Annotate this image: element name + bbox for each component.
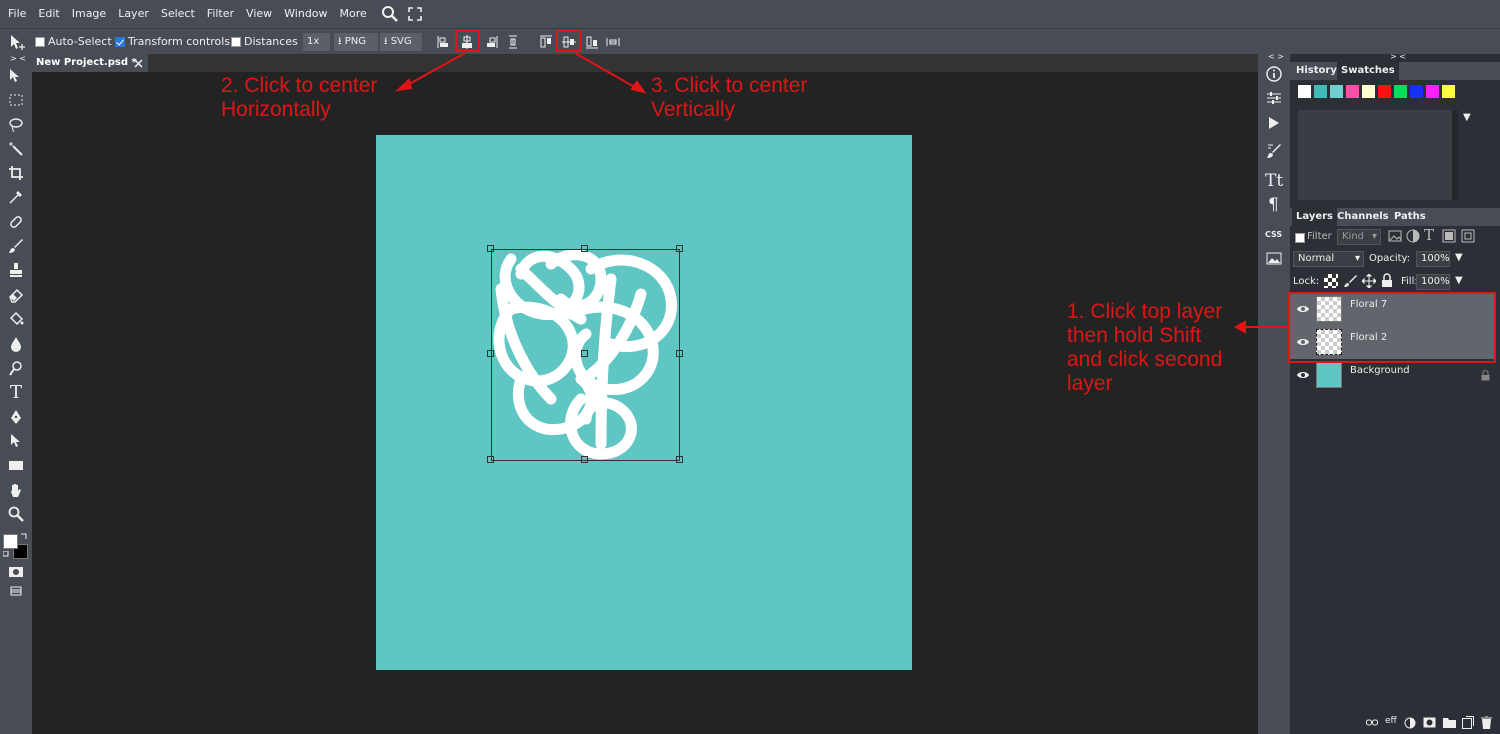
step2-line2: Horizontally — [221, 98, 331, 121]
step1-line4: layer — [1067, 372, 1113, 395]
step2-line1: 2. Click to center — [221, 74, 378, 97]
step3-annotation: 3. Click to center Vertically — [651, 74, 807, 122]
step1-line1: 1. Click top layer — [1067, 300, 1223, 323]
step3-line1: 3. Click to center — [651, 74, 808, 97]
step1-annotation: 1. Click top layer then hold Shift and c… — [1067, 300, 1222, 396]
step2-annotation: 2. Click to center Horizontally — [221, 74, 377, 122]
foreground-color[interactable] — [3, 534, 18, 549]
step1-line2: then hold Shift — [1067, 324, 1202, 347]
step1-line3: and click second — [1067, 348, 1223, 371]
step3-line2: Vertically — [651, 98, 736, 121]
